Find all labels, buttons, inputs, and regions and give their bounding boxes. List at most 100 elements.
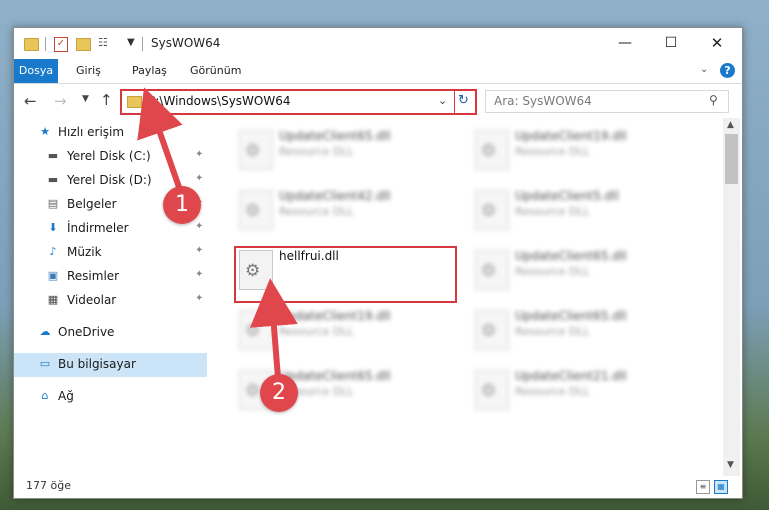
forward-arrow-icon[interactable]: → bbox=[54, 92, 67, 110]
drive-icon: ▬ bbox=[47, 173, 59, 186]
sidebar-item-label: Ağ bbox=[58, 389, 74, 403]
search-icon[interactable]: ⚲ bbox=[709, 93, 718, 107]
file-name: UpdateClient42.dll bbox=[279, 189, 391, 203]
navigation-bar: ← → ▼ ↑ C:\Windows\SysWOW64 ⌄ ↻ Ara: Sys… bbox=[14, 84, 742, 118]
sidebar-item-label: Yerel Disk (D:) bbox=[67, 173, 152, 187]
network-icon: ⌂ bbox=[41, 389, 49, 402]
file-type: Resource DLL bbox=[279, 205, 354, 218]
address-path[interactable]: C:\Windows\SysWOW64 bbox=[147, 94, 291, 108]
file-name: UpdateClient65.dll bbox=[279, 369, 391, 383]
sidebar-item-local-disk-c[interactable]: ▬ Yerel Disk (C:) ✦ bbox=[14, 145, 207, 169]
file-name: UpdateClient65.dll bbox=[515, 249, 627, 263]
sidebar-item-pictures[interactable]: ▣ Resimler ✦ bbox=[14, 265, 207, 289]
search-placeholder: Ara: SysWOW64 bbox=[494, 94, 592, 108]
file-tile[interactable]: ⚙ UpdateClient5.dll Resource DLL bbox=[471, 186, 697, 240]
expand-ribbon-icon[interactable]: ⌄ bbox=[700, 64, 708, 75]
sidebar-item-quick-access[interactable]: ★ Hızlı erişim bbox=[14, 121, 207, 145]
file-name: UpdateClient21.dll bbox=[515, 369, 627, 383]
address-dropdown-icon[interactable]: ⌄ bbox=[438, 94, 447, 107]
tab-file[interactable]: Dosya bbox=[14, 59, 58, 83]
file-name: UpdateClient19.dll bbox=[279, 309, 391, 323]
file-list: ⚙ UpdateClient65.dll Resource DLL ⚙ Upda… bbox=[207, 118, 723, 476]
sidebar-item-label: Yerel Disk (C:) bbox=[67, 149, 151, 163]
file-name: UpdateClient5.dll bbox=[515, 189, 619, 203]
tiles-view-icon[interactable]: ▦ bbox=[714, 480, 728, 494]
pin-icon[interactable]: ✦ bbox=[195, 173, 203, 184]
refresh-icon[interactable]: ↻ bbox=[458, 93, 469, 108]
file-tile[interactable]: ⚙ UpdateClient19.dll Resource DLL bbox=[235, 306, 461, 360]
annotation-step-1: 1 bbox=[163, 186, 201, 224]
window-title: SysWOW64 bbox=[151, 36, 221, 50]
file-type: Resource DLL bbox=[515, 205, 590, 218]
recent-locations-icon[interactable]: ▼ bbox=[82, 94, 89, 104]
file-name: UpdateClient65.dll bbox=[515, 309, 627, 323]
pin-icon[interactable]: ✦ bbox=[195, 221, 203, 232]
file-name: UpdateClient19.dll bbox=[515, 129, 627, 143]
file-type: Resource DLL bbox=[515, 145, 590, 158]
ribbon-tabs: Dosya Giriş Paylaş Görünüm ⌄ ? bbox=[14, 59, 742, 84]
tab-share[interactable]: Paylaş bbox=[126, 59, 173, 83]
back-arrow-icon[interactable]: ← bbox=[24, 92, 37, 110]
pin-icon[interactable]: ✦ bbox=[195, 269, 203, 280]
details-view-icon[interactable]: ≡ bbox=[696, 480, 710, 494]
file-tile[interactable]: ⚙ UpdateClient65.dll Resource DLL bbox=[471, 246, 697, 300]
properties-icon[interactable]: ✓ bbox=[54, 37, 68, 52]
title-bar: ✓ ☷ ▼ SysWOW64 — ☐ ✕ bbox=[14, 28, 742, 59]
sidebar-item-label: Müzik bbox=[67, 245, 102, 259]
music-icon: ♪ bbox=[49, 245, 57, 258]
drive-icon: ▬ bbox=[47, 149, 59, 162]
scrollbar-thumb[interactable] bbox=[725, 134, 738, 184]
sidebar-item-network[interactable]: ⌂ Ağ bbox=[14, 385, 207, 409]
address-bar[interactable]: C:\Windows\SysWOW64 ⌄ ↻ bbox=[120, 89, 477, 115]
dll-file-icon: ⚙ bbox=[475, 250, 509, 290]
sidebar-item-videos[interactable]: ▦ Videolar ✦ bbox=[14, 289, 207, 313]
tab-view[interactable]: Görünüm bbox=[184, 59, 247, 83]
sidebar-item-this-pc[interactable]: ▭ Bu bilgisayar bbox=[14, 353, 207, 377]
scroll-up-icon[interactable]: ▲ bbox=[727, 120, 734, 130]
sidebar-item-label: Resimler bbox=[67, 269, 120, 283]
up-arrow-icon[interactable]: ↑ bbox=[100, 91, 113, 109]
dll-file-icon: ⚙ bbox=[475, 190, 509, 230]
sidebar-item-music[interactable]: ♪ Müzik ✦ bbox=[14, 241, 207, 265]
pin-icon[interactable]: ✦ bbox=[195, 293, 203, 304]
sidebar-item-label: Bu bilgisayar bbox=[58, 357, 136, 371]
file-type: Resource DLL bbox=[515, 325, 590, 338]
pin-icon[interactable]: ✦ bbox=[195, 149, 203, 160]
sidebar-item-label: Belgeler bbox=[67, 197, 117, 211]
minimize-button[interactable]: — bbox=[602, 28, 648, 59]
file-tile[interactable]: ⚙ UpdateClient21.dll Resource DLL bbox=[471, 366, 697, 420]
file-tile[interactable]: ⚙ UpdateClient65.dll Resource DLL bbox=[235, 126, 461, 180]
maximize-button[interactable]: ☐ bbox=[648, 28, 694, 59]
vertical-scrollbar[interactable]: ▲ ▼ bbox=[723, 118, 740, 476]
file-type: Resource DLL bbox=[515, 265, 590, 278]
pin-icon[interactable]: ✦ bbox=[195, 245, 203, 256]
address-divider bbox=[454, 91, 455, 113]
item-count: 177 öğe bbox=[26, 479, 71, 492]
sidebar-item-label: OneDrive bbox=[58, 325, 115, 339]
scroll-down-icon[interactable]: ▼ bbox=[727, 460, 734, 470]
view-options-icon[interactable]: ☷ bbox=[98, 37, 112, 49]
navigation-pane: ★ Hızlı erişim ▬ Yerel Disk (C:) ✦ ▬ Yer… bbox=[14, 118, 207, 476]
file-name: UpdateClient65.dll bbox=[279, 129, 391, 143]
file-explorer-window: ✓ ☷ ▼ SysWOW64 — ☐ ✕ Dosya Giriş Paylaş … bbox=[13, 27, 743, 499]
quick-access-divider bbox=[45, 37, 46, 51]
file-tile[interactable]: ⚙ UpdateClient65.dll Resource DLL bbox=[471, 306, 697, 360]
help-icon[interactable]: ? bbox=[720, 63, 735, 78]
annotation-step-2: 2 bbox=[260, 374, 298, 412]
customize-toolbar-icon[interactable]: ▼ bbox=[127, 37, 135, 53]
dll-file-icon: ⚙ bbox=[239, 130, 273, 170]
dll-file-icon: ⚙ bbox=[239, 310, 273, 350]
sidebar-item-onedrive[interactable]: ☁ OneDrive bbox=[14, 321, 207, 345]
documents-icon: ▤ bbox=[47, 197, 59, 210]
pictures-icon: ▣ bbox=[47, 269, 59, 282]
tab-home[interactable]: Giriş bbox=[70, 59, 107, 83]
search-input[interactable]: Ara: SysWOW64 ⚲ bbox=[485, 90, 729, 113]
sidebar-item-label: İndirmeler bbox=[67, 221, 129, 235]
file-type: Resource DLL bbox=[515, 385, 590, 398]
new-folder-icon[interactable] bbox=[76, 38, 91, 51]
dll-file-icon: ⚙ bbox=[239, 190, 273, 230]
video-icon: ▦ bbox=[47, 293, 59, 306]
file-tile[interactable]: ⚙ UpdateClient19.dll Resource DLL bbox=[471, 126, 697, 180]
file-tile[interactable]: ⚙ UpdateClient42.dll Resource DLL bbox=[235, 186, 461, 240]
close-button[interactable]: ✕ bbox=[694, 28, 740, 59]
